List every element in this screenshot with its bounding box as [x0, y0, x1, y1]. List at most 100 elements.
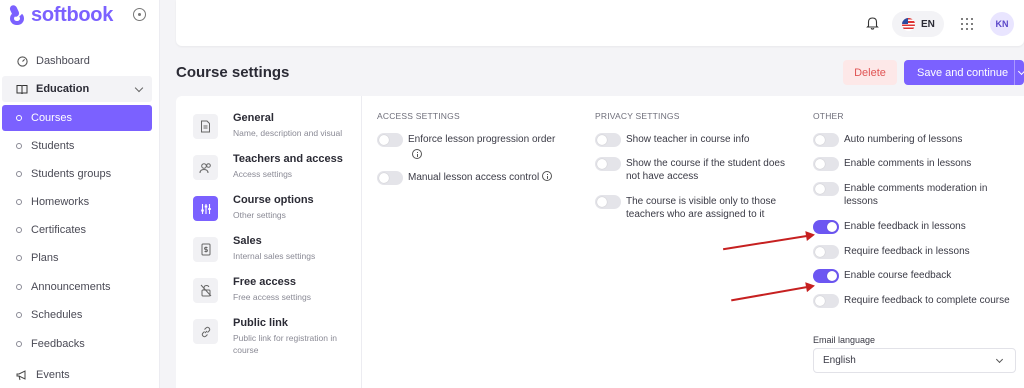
apps-grid-icon[interactable]	[961, 18, 973, 30]
toggle-switch[interactable]	[595, 195, 621, 209]
sidebar-item-label: Dashboard	[36, 55, 90, 67]
settings-menu-subtitle: Other settings	[233, 210, 286, 220]
bell-icon[interactable]	[866, 16, 879, 30]
sidebar-item-label: Schedules	[31, 309, 83, 321]
chevron-down-icon[interactable]	[1014, 60, 1024, 85]
avatar[interactable]: KN	[990, 12, 1014, 36]
settings-menu-subtitle: Access settings	[233, 169, 293, 179]
sidebar-item-label: Plans	[31, 252, 59, 264]
option-label: Enable comments in lessons	[844, 158, 972, 169]
settings-menu: General Name, description and visual Tea…	[176, 96, 362, 388]
chevron-down-icon	[995, 355, 1004, 364]
settings-menu-subtitle: Internal sales settings	[233, 251, 316, 261]
privacy-settings-section: PRIVACY SETTINGS Show teacher in course …	[595, 111, 795, 220]
bullet-icon	[16, 143, 22, 149]
sidebar-item-feedbacks[interactable]: Feedbacks	[2, 331, 152, 357]
option-label: Show teacher in course info	[626, 134, 750, 145]
toggle-switch[interactable]	[813, 294, 839, 308]
bullet-icon	[16, 199, 22, 205]
email-language-value: English	[823, 355, 856, 366]
option-label: Enable feedback in lessons	[844, 221, 966, 232]
option-label: Enable comments moderation in lessons	[844, 183, 988, 207]
chevron-down-icon	[134, 83, 144, 93]
save-button-label: Save and continue	[917, 66, 1009, 79]
sidebar-item-schedules[interactable]: Schedules	[2, 302, 152, 328]
users-icon	[193, 155, 218, 180]
delete-button[interactable]: Delete	[843, 60, 897, 85]
sidebar-item-students[interactable]: Students	[2, 133, 152, 159]
option-label: Auto numbering of lessons	[844, 134, 963, 145]
access-settings-section: ACCESS SETTINGS Enforce lesson progressi…	[377, 111, 577, 185]
sidebar-item-label: Events	[36, 369, 70, 381]
option-label: Require feedback in lessons	[844, 246, 970, 257]
settings-card: General Name, description and visual Tea…	[176, 96, 1024, 388]
sidebar-item-dashboard[interactable]: Dashboard	[2, 48, 152, 74]
settings-menu-title: General	[233, 112, 274, 124]
language-label: EN	[921, 18, 935, 30]
sidebar-item-label: Students groups	[31, 168, 112, 180]
email-language-select[interactable]: English	[813, 348, 1016, 373]
sidebar-item-label: Students	[31, 140, 75, 152]
option-label: Require feedback to complete course	[844, 295, 1010, 306]
sidebar-item-events[interactable]: Events	[2, 362, 152, 388]
settings-menu-sales[interactable]: Sales Internal sales settings	[193, 235, 358, 275]
toggle-switch[interactable]	[595, 133, 621, 147]
settings-menu-teachers[interactable]: Teachers and access Access settings	[193, 153, 358, 193]
settings-menu-free-access[interactable]: Free access Free access settings	[193, 276, 358, 316]
settings-menu-general[interactable]: General Name, description and visual	[193, 112, 358, 152]
link-icon	[193, 319, 218, 344]
toggle-switch[interactable]	[813, 269, 839, 283]
toggle-switch[interactable]	[377, 171, 403, 185]
bullet-icon	[16, 312, 22, 318]
bullet-icon	[16, 171, 22, 177]
sidebar-item-courses[interactable]: Courses	[2, 105, 152, 131]
toggle-switch[interactable]	[813, 133, 839, 147]
sidebar-item-homeworks[interactable]: Homeworks	[2, 189, 152, 215]
sidebar-item-label: Education	[36, 83, 90, 95]
info-icon[interactable]	[542, 171, 553, 181]
settings-menu-title: Sales	[233, 235, 262, 247]
sidebar-item-announcements[interactable]: Announcements	[2, 274, 152, 300]
settings-menu-course-options[interactable]: Course options Other settings	[193, 194, 358, 234]
settings-menu-subtitle: Name, description and visual	[233, 128, 343, 138]
other-settings-section: OTHER Auto numbering of lessons Enable c…	[813, 111, 1018, 308]
section-heading: PRIVACY SETTINGS	[595, 111, 680, 121]
megaphone-icon	[16, 369, 28, 381]
app-logo[interactable]: softbook	[8, 2, 113, 28]
sliders-icon	[193, 196, 218, 221]
save-and-continue-button[interactable]: Save and continue	[904, 60, 1024, 85]
unlocked-icon	[193, 278, 218, 303]
sidebar: softbook Dashboard Education Courses Stu…	[0, 0, 160, 388]
softbook-logo-icon	[8, 4, 26, 26]
toggle-switch[interactable]	[377, 133, 403, 147]
toggle-switch[interactable]	[813, 182, 839, 196]
page-title: Course settings	[176, 64, 290, 81]
book-icon	[16, 83, 28, 95]
toggle-switch[interactable]	[813, 157, 839, 171]
option-label: The course is visible only to those teac…	[626, 196, 777, 220]
email-language-label: Email language	[813, 335, 876, 345]
bullet-icon	[16, 115, 22, 121]
settings-menu-title: Teachers and access	[233, 153, 343, 165]
collapse-sidebar-icon[interactable]	[133, 8, 146, 21]
language-switcher[interactable]: EN	[892, 11, 944, 37]
sidebar-item-students-groups[interactable]: Students groups	[2, 161, 152, 187]
option-label: Manual lesson access control	[408, 171, 578, 184]
settings-menu-subtitle: Public link for registration in course	[233, 333, 337, 355]
toggle-switch[interactable]	[813, 245, 839, 259]
info-icon[interactable]	[412, 149, 422, 159]
settings-menu-public-link[interactable]: Public link Public link for registration…	[193, 317, 358, 357]
sidebar-item-plans[interactable]: Plans	[2, 245, 152, 271]
settings-menu-title: Free access	[233, 276, 296, 288]
bullet-icon	[16, 284, 22, 290]
logo-text: softbook	[31, 3, 114, 26]
toggle-switch[interactable]	[813, 220, 839, 234]
topbar: EN KN	[176, 0, 1024, 46]
sidebar-item-education[interactable]: Education	[2, 76, 152, 102]
bullet-icon	[16, 227, 22, 233]
sidebar-item-label: Courses	[31, 112, 72, 124]
section-heading: ACCESS SETTINGS	[377, 111, 460, 121]
price-tag-icon	[193, 237, 218, 262]
toggle-switch[interactable]	[595, 157, 621, 171]
sidebar-item-certificates[interactable]: Certificates	[2, 217, 152, 243]
